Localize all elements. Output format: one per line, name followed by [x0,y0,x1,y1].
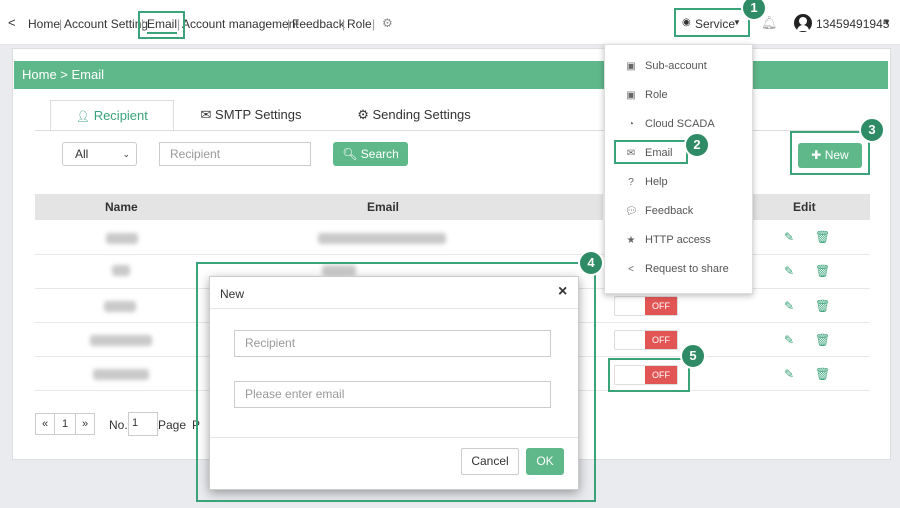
blurred-name [90,335,152,346]
envelope-icon: ✉ [200,107,212,122]
breadcrumb: Home > Email [14,61,888,89]
step-badge-5: 5 [680,343,706,369]
nav-separator: | [59,17,63,31]
column-header-edit: Edit [793,200,816,214]
nav-separator: | [287,17,291,31]
tab-smtp-settings[interactable]: ✉ SMTP Settings [195,100,307,130]
nav-home[interactable]: Home [28,17,60,31]
notification-toggle[interactable]: OFF [614,330,678,350]
pager-page-input[interactable]: 1 [128,412,158,436]
pager-page-label: Page [158,418,187,432]
tab-sending-label: Sending Settings [372,107,471,122]
pager-no-label: No. [109,418,128,432]
nav-account-setting[interactable]: Account Setting [64,17,148,31]
column-header-email: Email [367,200,400,214]
nav-role[interactable]: Role [347,17,372,31]
menu-item-role[interactable]: ▣ Role [625,89,667,101]
comment-icon: 💬︎ [625,206,638,217]
tab-smtp-label: SMTP Settings [215,107,302,122]
toggle-off-label: OFF [645,331,677,349]
edit-icon[interactable]: ✎ [784,300,796,312]
tab-recipient-label: Recipient [93,108,148,123]
trash-icon[interactable]: 🗑︎ [815,334,830,346]
step-badge-2: 2 [684,132,710,158]
nav-feedback[interactable]: Feedback [292,17,345,31]
menu-item-help[interactable]: ? Help [625,176,667,188]
pager-next[interactable]: » [75,413,95,435]
edit-icon[interactable]: ✎ [784,368,796,380]
callout-email-nav [138,11,185,39]
edit-icon[interactable]: ✎ [784,265,796,277]
username[interactable]: 13459491945 [816,17,889,31]
filter-select-value: All [75,147,89,161]
search-button[interactable]: 🔍︎ Search [333,142,408,166]
user-icon: 👤︎ [76,111,91,123]
menu-item-http-access[interactable]: ★ HTTP access [625,234,711,246]
callout-toggle [608,358,690,392]
menu-item-cloud-scada[interactable]: ◔ Cloud SCADA [625,118,715,130]
nav-separator: | [342,17,346,31]
question-icon: ? [628,177,634,188]
step-badge-3: 3 [859,117,885,143]
star-icon: ★ [626,235,636,246]
trash-icon[interactable]: 🗑︎ [815,265,830,277]
column-header-name: Name [105,200,138,214]
blurred-email [318,233,446,244]
callout-new-dialog [196,262,596,502]
blurred-name [112,265,130,276]
callout-new-button [790,131,870,175]
back-icon[interactable]: < [8,15,16,30]
edit-icon[interactable]: ✎ [784,334,796,346]
blurred-name [104,301,136,312]
gear-icon: ⚙ [357,107,369,122]
search-button-label: Search [360,147,399,161]
tab-sending-settings[interactable]: ⚙ Sending Settings [352,100,476,130]
trash-icon[interactable]: 🗑︎ [815,368,830,380]
search-icon: 🔍︎ [342,147,358,161]
filter-select[interactable]: All ⌄ [62,142,137,166]
pager-prev[interactable]: « [35,413,55,435]
bell-icon[interactable]: 🔔︎ [761,15,778,31]
menu-item-feedback[interactable]: 💬︎ Feedback [625,205,693,217]
recipient-search-input[interactable]: Recipient [159,142,311,166]
menu-item-sub-account[interactable]: ▣ Sub-account [625,60,707,72]
step-badge-4: 4 [578,250,604,276]
gear-icon[interactable]: ⚙ [382,16,393,30]
blurred-name [93,369,149,380]
share-icon: < [628,264,634,275]
callout-service-button [674,8,750,37]
user-card-icon: ▣ [626,61,636,72]
notification-toggle[interactable]: OFF [614,296,678,316]
blurred-name [106,233,138,244]
menu-item-request-to-share[interactable]: < Request to share [625,263,729,275]
callout-email-menu-item [614,140,688,164]
trash-icon[interactable]: 🗑︎ [815,231,830,243]
caret-down-icon: ▼ [883,18,891,27]
nav-separator: | [372,17,376,31]
edit-icon[interactable]: ✎ [784,231,796,243]
nav-account-management[interactable]: Account management [182,17,299,31]
chevron-down-icon: ⌄ [122,149,130,159]
pager-page-1[interactable]: 1 [54,413,76,435]
tab-recipient[interactable]: 👤︎ Recipient [50,100,174,132]
gauge-icon: ◔ [627,119,635,130]
trash-icon[interactable]: 🗑︎ [815,300,830,312]
user-card-icon: ▣ [626,90,636,101]
toggle-off-label: OFF [645,297,677,315]
service-dropdown-menu: ▣ Sub-account ▣ Role ◔ Cloud SCADA ✉ Email ?… [604,44,753,294]
avatar[interactable] [794,14,812,32]
